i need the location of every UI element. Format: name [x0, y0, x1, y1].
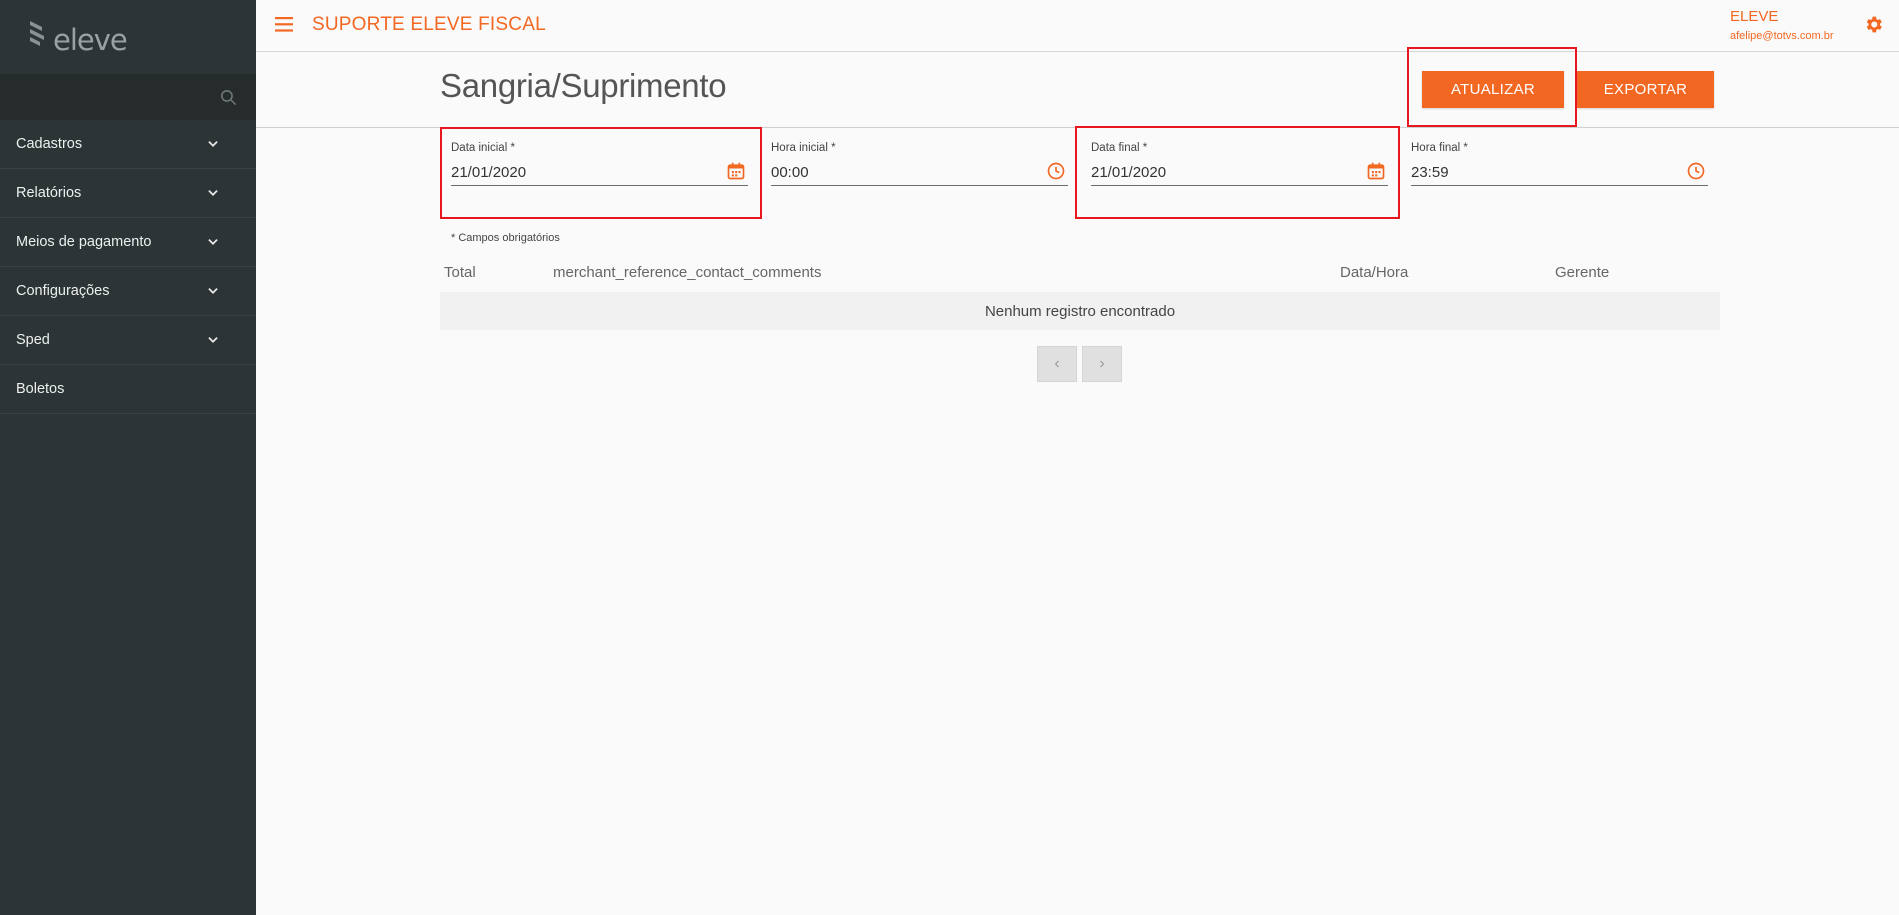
start-date-field: Data inicial *: [451, 142, 748, 198]
end-date-label: Data final *: [1091, 142, 1148, 154]
sidebar: eleve Cadastros Relatórios Meios de paga…: [0, 0, 256, 915]
empty-table-row: Nenhum registro encontrado: [440, 292, 1720, 330]
sidebar-item-boletos[interactable]: Boletos: [0, 365, 256, 414]
empty-message: Nenhum registro encontrado: [984, 302, 1176, 320]
end-time-field: Hora final *: [1411, 142, 1708, 198]
sidebar-item-label: Configurações: [16, 283, 110, 299]
search-icon[interactable]: [219, 88, 238, 107]
sidebar-item-meios-de-pagamento[interactable]: Meios de pagamento: [0, 218, 256, 267]
sidebar-item-label: Cadastros: [16, 136, 83, 152]
clock-icon[interactable]: [1046, 161, 1066, 181]
sidebar-item-label: Meios de pagamento: [16, 234, 152, 250]
logo-text: eleve: [53, 23, 128, 57]
eleve-logo-icon: [30, 21, 44, 46]
end-date-field: Data final *: [1091, 142, 1388, 198]
sidebar-search[interactable]: [0, 74, 256, 120]
required-fields-note: * Campos obrigatórios: [451, 232, 560, 244]
sidebar-item-label: Relatórios: [16, 185, 82, 201]
end-time-label: Hora final *: [1411, 142, 1468, 154]
export-button[interactable]: EXPORTAR: [1577, 71, 1714, 108]
start-time-label: Hora inicial *: [771, 142, 836, 154]
sidebar-item-label: Sped: [16, 332, 50, 348]
column-header-date-time[interactable]: Data/Hora: [1340, 264, 1408, 281]
start-time-field: Hora inicial *: [771, 142, 1068, 198]
start-time-input[interactable]: [771, 160, 1068, 186]
calendar-icon[interactable]: [726, 161, 746, 181]
hamburger-menu-icon[interactable]: [275, 17, 293, 32]
gear-icon[interactable]: [1863, 14, 1884, 35]
sidebar-item-relatorios[interactable]: Relatórios: [0, 169, 256, 218]
chevron-down-icon: [208, 141, 218, 147]
highlight-box-update: [1407, 47, 1577, 127]
pagination-next-button[interactable]: ›: [1082, 346, 1122, 382]
chevron-down-icon: [208, 190, 218, 196]
calendar-icon[interactable]: [1366, 161, 1386, 181]
end-time-input[interactable]: [1411, 160, 1708, 186]
clock-icon[interactable]: [1686, 161, 1706, 181]
sidebar-item-configuracoes[interactable]: Configurações: [0, 267, 256, 316]
column-header-total[interactable]: Total: [444, 264, 476, 281]
column-header-comments[interactable]: merchant_reference_contact_comments: [553, 264, 821, 281]
sidebar-item-label: Boletos: [16, 381, 65, 397]
user-email: afelipe@totvs.com.br: [1730, 30, 1834, 42]
sidebar-item-cadastros[interactable]: Cadastros: [0, 120, 256, 169]
start-date-input[interactable]: [451, 160, 748, 186]
logo: eleve: [0, 0, 256, 74]
column-header-manager[interactable]: Gerente: [1555, 264, 1609, 281]
app-title: SUPORTE ELEVE FISCAL: [312, 14, 546, 35]
user-name: ELEVE: [1730, 8, 1779, 25]
top-header: SUPORTE ELEVE FISCAL ELEVE afelipe@totvs…: [256, 0, 1899, 52]
pagination-prev-button[interactable]: ‹: [1037, 346, 1077, 382]
start-date-label: Data inicial *: [451, 142, 515, 154]
sidebar-item-sped[interactable]: Sped: [0, 316, 256, 365]
chevron-down-icon: [208, 337, 218, 343]
end-date-input[interactable]: [1091, 160, 1388, 186]
page-title: Sangria/Suprimento: [440, 67, 727, 104]
chevron-down-icon: [208, 239, 218, 245]
chevron-down-icon: [208, 288, 218, 294]
